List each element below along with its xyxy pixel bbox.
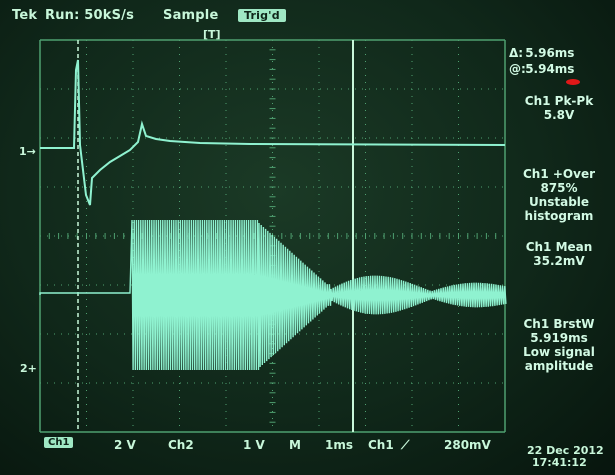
measurement-value: 5.8V xyxy=(543,108,575,122)
ch1-volts-per-div: 2 V xyxy=(114,438,136,452)
ch2-trace xyxy=(39,219,507,371)
ch1-trace xyxy=(40,59,506,206)
measurement-title: Ch1 +Over xyxy=(522,167,595,181)
measurement-burst-width: Ch1 BrstW 5.919ms Low signal amplitude xyxy=(505,317,613,373)
timebase-value: 1ms xyxy=(325,438,353,452)
measurement-title: Ch1 Mean xyxy=(525,240,593,254)
measurement-note: amplitude xyxy=(524,359,594,373)
cursor-a-readout: Δ: 5.96ms xyxy=(509,46,574,60)
capture-time: 17:41:12 xyxy=(532,456,587,469)
cursor-a-label: Δ: xyxy=(509,46,524,60)
measurement-value: 5.919ms xyxy=(530,331,588,345)
ch2-ground-marker: 2+ xyxy=(20,362,37,375)
measurement-mean: Ch1 Mean 35.2mV xyxy=(505,240,613,268)
settings-bar: Ch1 2 V Ch2 1 V M 1ms Ch1 ⟋ 280mV 22 Dec… xyxy=(0,428,615,475)
measurement-note: Unstable xyxy=(528,195,590,209)
measurement-note: histogram xyxy=(524,209,594,223)
ch2-label: Ch2 xyxy=(168,438,194,452)
ch2-volts-per-div: 1 V xyxy=(243,438,265,452)
cursor-b-label: @: xyxy=(509,62,526,76)
measurement-value: 35.2mV xyxy=(533,254,585,268)
timebase-label: M xyxy=(289,438,301,452)
trigger-level: 280mV xyxy=(444,438,491,452)
trigger-slope-icon: ⟋ xyxy=(401,438,410,452)
measurement-note: Low signal xyxy=(523,345,595,359)
cursor-marker-dot xyxy=(566,79,580,85)
measurement-pk-pk: Ch1 Pk-Pk 5.8V xyxy=(505,94,613,122)
oscilloscope-screen: Tek Run: 50kS/s Sample Trig'd [T] 1→ 2+ … xyxy=(0,0,615,475)
trigger-source: Ch1 xyxy=(368,438,394,452)
ch1-ground-marker: 1→ xyxy=(19,145,36,158)
measurement-value: 875% xyxy=(540,181,578,195)
cursor-b-value: 5.94ms xyxy=(525,62,575,76)
measurement-overshoot: Ch1 +Over 875% Unstable histogram xyxy=(505,167,613,223)
cursor-b-readout: @: 5.94ms xyxy=(509,62,574,76)
cursor-a-value: 5.96ms xyxy=(525,46,575,60)
ch1-badge: Ch1 xyxy=(44,437,74,448)
measurement-title: Ch1 Pk-Pk xyxy=(524,94,594,108)
measurement-title: Ch1 BrstW xyxy=(523,317,595,331)
